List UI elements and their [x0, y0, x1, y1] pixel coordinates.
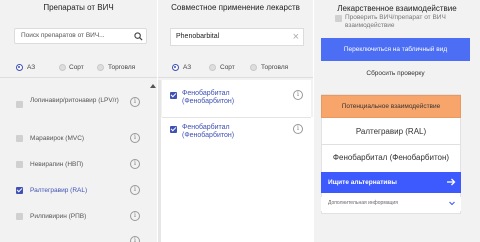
interaction-status-badge: Потенциальное взаимодействие: [321, 95, 461, 118]
drug-name: Рилпивирин (РПВ): [30, 213, 87, 220]
drug-name: Лопинавир/ритонавир (LPV/r): [30, 97, 119, 104]
scrollbar[interactable]: [149, 80, 156, 242]
comedication-item[interactable]: Фенобарбитал (Фенобарбитон) i: [162, 80, 311, 118]
comedication-search-input[interactable]: Phenobarbital ×: [170, 28, 304, 46]
hiv-drug-search-input[interactable]: Поиск препаратов от ВИЧ...: [14, 28, 147, 44]
comedication-checkbox-checked[interactable]: [170, 92, 177, 99]
sort-brand-label: Торговля: [108, 64, 136, 71]
app: Препараты от ВИЧ Поиск препаратов от ВИЧ…: [0, 0, 480, 242]
info-icon[interactable]: i: [130, 133, 140, 143]
info-icon[interactable]: i: [130, 159, 140, 169]
search-placeholder: Поиск препаратов от ВИЧ...: [21, 32, 105, 39]
sort-brand-radio[interactable]: [97, 64, 104, 71]
sort-class-label: Сорт: [220, 64, 235, 71]
info-icon[interactable]: i: [130, 97, 140, 107]
drug-name: Ралтегравир (RAL): [30, 187, 88, 194]
comedication-name: Фенобарбитал (Фенобарбитон): [182, 90, 235, 105]
reset-button[interactable]: Сбросить проверку: [321, 65, 470, 83]
close-icon[interactable]: ×: [293, 30, 299, 44]
scrollbar[interactable]: [158, 80, 161, 242]
divider: [158, 77, 313, 78]
comedication-panel: Совместное применение лекарств Phenobarb…: [158, 0, 313, 242]
comedication-title: Совместное применение лекарств: [171, 3, 300, 12]
sort-class-radio[interactable]: [209, 64, 216, 71]
scroll-up-icon[interactable]: [150, 84, 156, 88]
more-info-label: Дополнительная информация: [328, 200, 398, 206]
drug-checkbox[interactable]: [16, 161, 23, 168]
info-icon[interactable]: i: [130, 185, 140, 195]
hiv-drugs-panel: Препараты от ВИЧ Поиск препаратов от ВИЧ…: [0, 0, 157, 242]
sort-az-label: АЗ: [27, 64, 36, 71]
more-info-toggle[interactable]: Дополнительная информация: [321, 197, 461, 211]
comedication-name: Фенобарбитал (Фенобарбитон): [182, 124, 235, 139]
divider: [162, 117, 311, 118]
drug-checkbox[interactable]: [16, 135, 23, 142]
drug-name: Невирапин (НВП): [30, 161, 84, 168]
sort-az-radio[interactable]: [172, 64, 179, 71]
sort-class-radio[interactable]: [59, 64, 66, 71]
comedication-item[interactable]: Фенобарбитал (Фенобарбитон) i: [162, 120, 311, 150]
drug-item-rpv[interactable]: Рилпивирин (РПВ): [16, 213, 141, 223]
info-icon[interactable]: i: [130, 236, 140, 242]
drug-item-ral[interactable]: Ралтегравир (RAL): [16, 187, 141, 197]
drug-checkbox[interactable]: [16, 101, 23, 108]
sort-az-label: АЗ: [183, 64, 192, 71]
sort-az-radio[interactable]: [16, 64, 23, 71]
find-alternatives-button[interactable]: Ищите альтернативы: [321, 172, 461, 193]
interaction-drug-2: Фенобарбитал (Фенобарбитон): [332, 153, 450, 162]
interaction-drug-1: Ралтегравир (RAL): [355, 127, 427, 136]
sort-brand-radio[interactable]: [250, 64, 257, 71]
find-alternatives-label: Ищите альтернативы: [328, 179, 397, 186]
comedication-checkbox-checked[interactable]: [170, 126, 177, 133]
hiv-drugs-title: Препараты от ВИЧ: [43, 3, 114, 12]
search-icon[interactable]: [134, 32, 143, 41]
divider: [321, 144, 461, 145]
divider: [0, 77, 157, 78]
drug-item-lpv[interactable]: Лопинавир/ритонавир (LPV/r): [16, 97, 141, 115]
info-icon[interactable]: i: [130, 211, 140, 221]
drug-item-mvc[interactable]: Маравирок (MVC): [16, 135, 141, 145]
check-hiv-hiv-label: Проверить ВИЧ/препарат от ВИЧ взаимодейс…: [345, 14, 446, 29]
drug-item-nvp[interactable]: Невирапин (НВП): [16, 161, 141, 171]
sort-class-label: Сорт: [69, 64, 84, 71]
sort-brand-label: Торговля: [261, 64, 289, 71]
drug-checkbox-checked[interactable]: [16, 187, 23, 194]
drug-name: Маравирок (MVC): [30, 135, 85, 142]
check-hiv-hiv-checkbox[interactable]: [335, 15, 342, 22]
table-view-button[interactable]: Переключиться на табличный вид: [321, 38, 470, 61]
arrow-right-icon: [447, 178, 456, 186]
info-icon[interactable]: i: [293, 90, 303, 100]
interaction-panel: Лекарственное взаимодействие Проверить В…: [314, 0, 480, 242]
interaction-title: Лекарственное взаимодействие: [337, 4, 457, 13]
search-value: Phenobarbital: [176, 33, 220, 40]
info-icon[interactable]: i: [293, 124, 303, 134]
chevron-down-icon: [449, 201, 455, 206]
drug-checkbox[interactable]: [16, 213, 23, 220]
